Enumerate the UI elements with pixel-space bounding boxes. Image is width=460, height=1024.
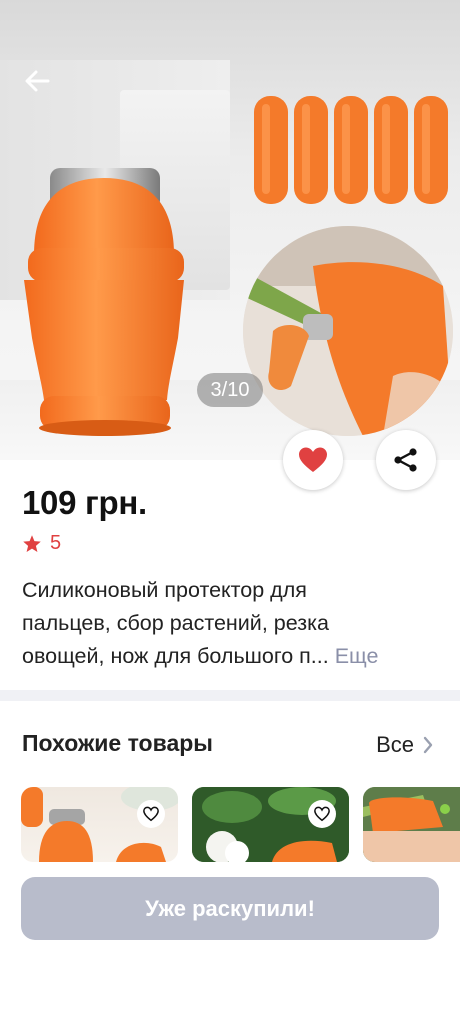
usage-inset-image	[243, 226, 453, 436]
product-thimble-image	[24, 168, 184, 436]
product-gallery[interactable]: 3/10	[0, 0, 460, 460]
similar-product-card[interactable]	[21, 787, 178, 862]
back-button[interactable]	[22, 66, 52, 96]
similar-product-card[interactable]	[192, 787, 349, 862]
arrow-left-icon	[25, 70, 50, 92]
favorite-button[interactable]	[308, 800, 336, 828]
heart-outline-icon	[143, 806, 159, 822]
description-line: овощей, нож для большого п... Еще	[22, 640, 442, 673]
similar-product-card[interactable]	[363, 787, 460, 862]
favorite-button[interactable]	[137, 800, 165, 828]
section-divider	[0, 690, 460, 701]
see-all-link[interactable]: Все	[376, 732, 434, 758]
heart-icon	[299, 447, 327, 472]
product-description: Силиконовый протектор для пальцев, сбор …	[22, 574, 442, 673]
similar-products-title: Похожие товары	[22, 730, 213, 756]
product-price: 109 грн.	[22, 484, 147, 521]
like-button[interactable]	[283, 430, 343, 490]
rating-value: 5	[50, 532, 62, 554]
chevron-right-icon	[423, 736, 433, 754]
share-button[interactable]	[376, 430, 436, 490]
share-icon	[394, 448, 417, 472]
heart-outline-icon	[314, 806, 330, 822]
finger-cots-image	[254, 96, 448, 204]
more-link[interactable]: Еще	[335, 644, 379, 668]
sold-out-button[interactable]: Уже раскупили!	[21, 877, 439, 940]
description-line-text: овощей, нож для большого п...	[22, 644, 329, 668]
description-line: пальцев, сбор растений, резка	[22, 611, 329, 635]
see-all-label: Все	[376, 732, 414, 757]
description-line: Силиконовый протектор для	[22, 578, 307, 602]
gallery-counter: 3/10	[197, 373, 263, 407]
product-thumbnail	[363, 787, 460, 862]
star-icon	[23, 534, 41, 552]
product-rating: 5	[22, 532, 61, 555]
